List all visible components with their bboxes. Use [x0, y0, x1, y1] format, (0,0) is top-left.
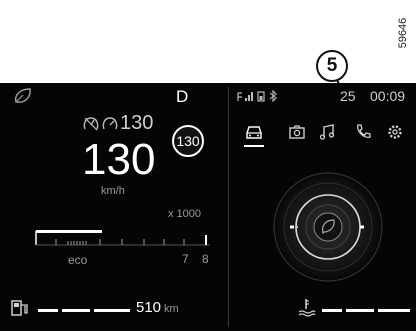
fuel-pump-icon [10, 298, 30, 323]
speed-unit: km/h [101, 185, 125, 197]
speed-limit-sign: 130 [172, 125, 204, 157]
coolant-gauge-segment-3 [378, 309, 410, 312]
panel-divider [228, 87, 229, 327]
drive-mode-label: eco [68, 253, 88, 267]
fuel-gauge-segment-3 [94, 309, 130, 312]
callout-number: 5 [326, 55, 338, 76]
speed-limiter-icon [82, 115, 100, 136]
vehicle-icon[interactable] [244, 123, 264, 146]
range-value: 510 [136, 299, 162, 316]
coolant-temperature-icon [296, 297, 316, 322]
rpm-tick-7: 7 [182, 252, 189, 266]
eco-driving-gauge [268, 167, 388, 292]
rpm-tick-8: 8 [202, 252, 209, 266]
figure-reference: 59646 [396, 12, 410, 54]
speed-limit-value: 130 [176, 133, 200, 149]
coolant-gauge-segment-2 [346, 309, 374, 312]
current-speed: 130 [82, 135, 156, 184]
settings-icon[interactable] [386, 123, 404, 146]
outside-temperature: 25 [340, 88, 356, 104]
gear-indicator: D [176, 87, 189, 106]
coolant-gauge-segment-1 [322, 309, 342, 312]
cruise-speed-value: 130 [120, 112, 154, 134]
range-unit: km [164, 303, 179, 315]
music-icon[interactable] [318, 123, 336, 146]
clock: 00:09 [370, 88, 406, 104]
phone-icon[interactable] [354, 123, 372, 146]
camera-icon[interactable] [288, 123, 306, 146]
status-icons [236, 89, 286, 108]
active-tab-indicator [244, 145, 264, 147]
rpm-scale [35, 231, 210, 246]
figure-reference-number: 59646 [397, 17, 409, 49]
fuel-gauge-segment-1 [38, 309, 58, 312]
eco-leaf-icon [12, 87, 34, 110]
callout-badge: 5 [316, 50, 348, 82]
instrument-cluster-screen: D 130 130 130 km/h x 1000 eco 7 8 510 km… [0, 83, 416, 331]
rpm-multiplier: x 1000 [168, 208, 202, 220]
cruise-control-icon [101, 115, 119, 136]
fuel-gauge-segment-2 [62, 309, 90, 312]
